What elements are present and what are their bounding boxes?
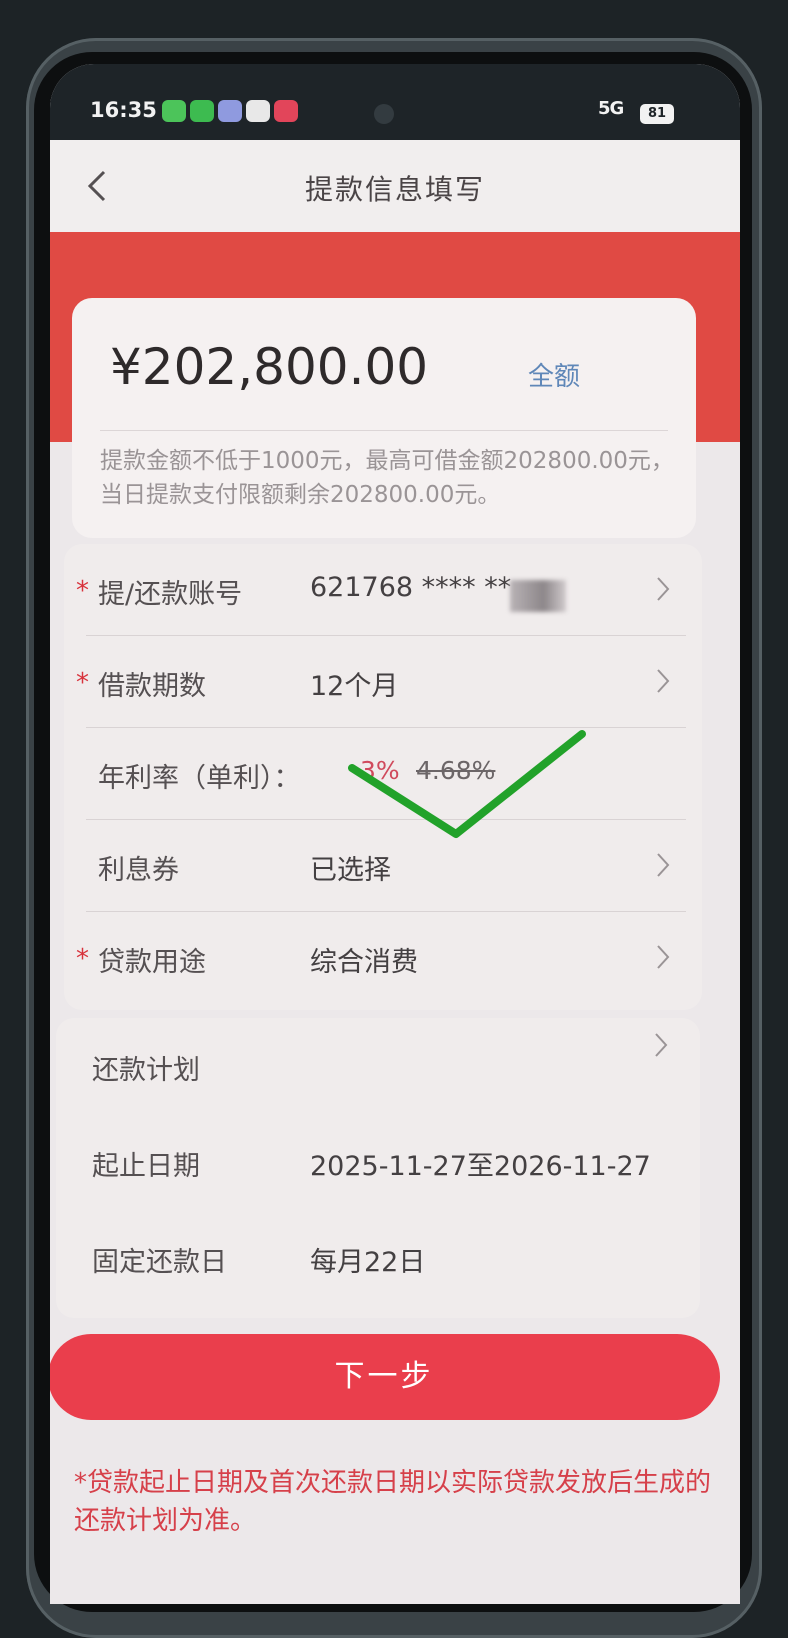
chevron-right-icon [655, 1033, 668, 1057]
fixed-day-value: 每月22日 [310, 1247, 426, 1278]
required-star: * [76, 944, 89, 974]
message-icon [162, 100, 186, 122]
term-label: 借款期数 [98, 671, 206, 702]
full-amount-button[interactable]: 全额 [528, 356, 580, 393]
fixed-day-label: 固定还款日 [92, 1247, 227, 1278]
nav-header: 提款信息填写 [50, 140, 740, 232]
fixed-repayment-day-row: 固定还款日 每月22日 [56, 1210, 700, 1306]
masked-account-blur [510, 580, 566, 612]
status-time: 16:35 [90, 98, 157, 122]
notification-icons [162, 100, 298, 122]
term-value: 12个月 [310, 671, 399, 702]
phone-icon [190, 100, 214, 122]
required-star: * [76, 576, 89, 606]
account-label: 提/还款账号 [98, 579, 243, 610]
next-step-button[interactable]: 下一步 [50, 1334, 720, 1420]
account-value: 621768 **** ** [310, 572, 512, 603]
divider [100, 430, 668, 431]
date-range-label: 起止日期 [92, 1151, 200, 1182]
chevron-right-icon [657, 945, 670, 969]
chevron-right-icon [657, 669, 670, 693]
account-row[interactable]: * 提/还款账号 621768 **** ** [64, 544, 702, 636]
rate-label: 年利率（单利）： [98, 763, 301, 794]
app-icon [274, 100, 298, 122]
phone-screen: 16:35 5G 81 提款信息填写 ¥202,800.00 全额 提款金额不低… [50, 64, 740, 1604]
repayment-plan-row[interactable]: 还款计划 [56, 1018, 700, 1114]
amount-hint: 提款金额不低于1000元，最高可借金额202800.00元，当日提款支付限额剩余… [100, 448, 674, 508]
checkmark-annotation-icon [348, 730, 586, 838]
withdraw-amount[interactable]: ¥202,800.00 [110, 338, 428, 396]
front-camera [374, 104, 394, 124]
date-range-row: 起止日期 2025-11-27至2026-11-27 [56, 1114, 700, 1210]
coupon-label: 利息券 [98, 855, 179, 886]
disclaimer-text: *贷款起止日期及首次还款日期以实际贷款发放后生成的还款计划为准。 [74, 1468, 712, 1536]
required-star: * [76, 668, 89, 698]
chevron-right-icon [657, 853, 670, 877]
app-icon [246, 100, 270, 122]
app-icon [218, 100, 242, 122]
chevron-right-icon [657, 577, 670, 601]
amount-card: ¥202,800.00 全额 提款金额不低于1000元，最高可借金额202800… [72, 298, 696, 538]
term-row[interactable]: * 借款期数 12个月 [64, 636, 702, 728]
signal-icon: 5G [598, 98, 624, 119]
page-title: 提款信息填写 [304, 173, 485, 206]
battery-icon: 81 [640, 104, 674, 124]
date-range-value: 2025-11-27至2026-11-27 [310, 1151, 651, 1182]
purpose-row[interactable]: * 贷款用途 综合消费 [64, 912, 702, 1004]
purpose-label: 贷款用途 [98, 947, 206, 978]
repayment-plan-card: 还款计划 起止日期 2025-11-27至2026-11-27 固定还款日 每月… [56, 1018, 700, 1318]
purpose-value: 综合消费 [310, 947, 418, 978]
status-bar: 16:35 5G 81 [50, 64, 740, 140]
repayment-plan-label: 还款计划 [92, 1055, 200, 1086]
